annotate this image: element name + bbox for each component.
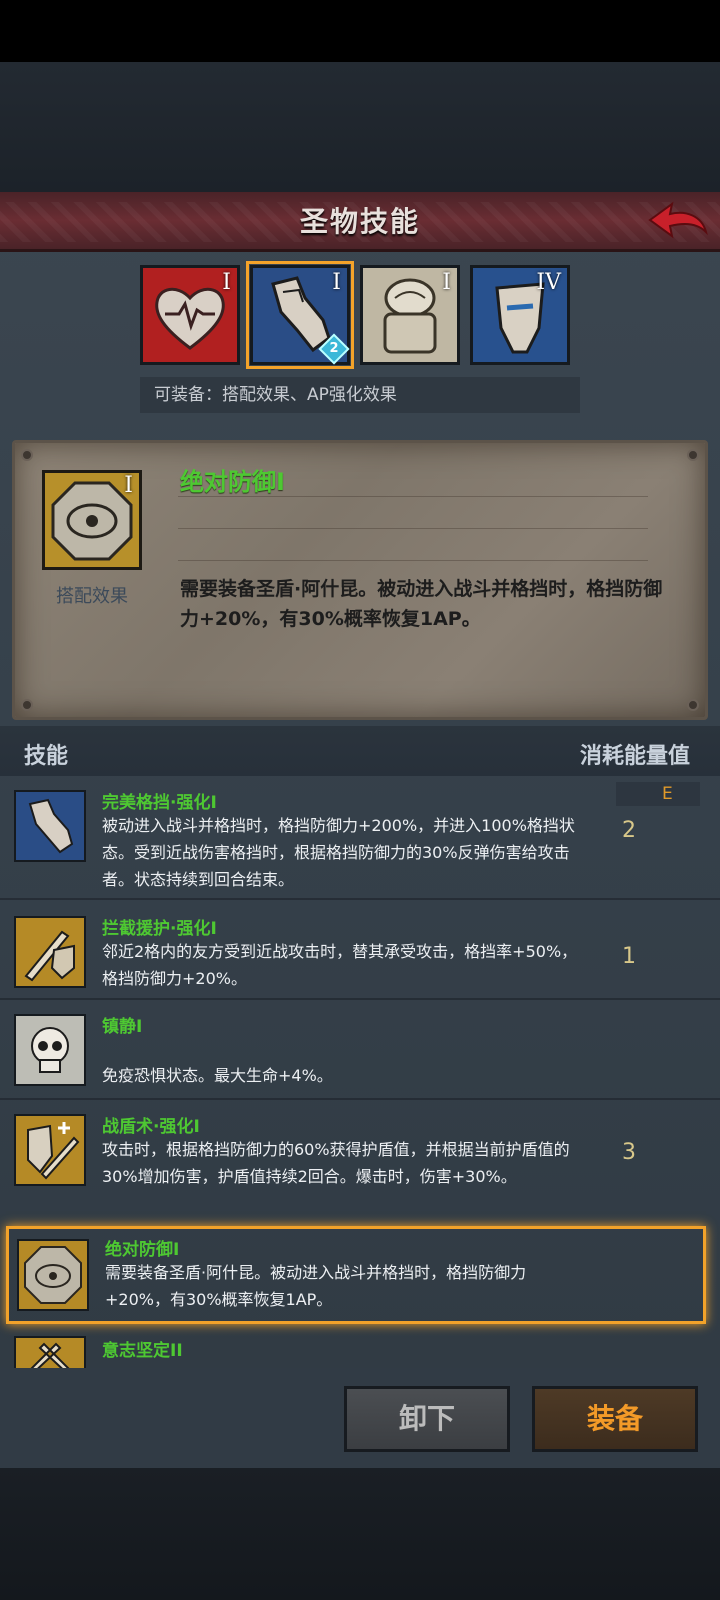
- status-bar-area: [0, 0, 720, 62]
- skill-row[interactable]: 战盾术·强化I 攻击时，根据格挡防御力的60%获得护盾值，并根据当前护盾值的30…: [0, 1104, 720, 1214]
- skill-description: 免疫恐惧状态。最大生命+4%。: [102, 1066, 333, 1085]
- skill-description: 邻近2格内的友方受到近战攻击时，替其承受攻击，格挡率+50%，格挡防御力+20%…: [102, 942, 578, 988]
- relic-rank: IV: [536, 270, 561, 295]
- skill-cost: 3: [622, 1140, 636, 1165]
- octagon-shield-icon: [17, 1239, 89, 1311]
- equip-button[interactable]: 装备: [532, 1386, 698, 1452]
- cost-column-label: 消耗能量值: [579, 744, 690, 769]
- relic-tab-4[interactable]: IV: [470, 265, 570, 365]
- back-arrow-icon: [648, 201, 708, 239]
- skill-name: 意志坚定II: [102, 1341, 183, 1361]
- equip-hint: 可装备：搭配效果、AP强化效果: [140, 377, 580, 413]
- relic-tab-1[interactable]: I: [140, 265, 240, 365]
- skill-cost: 2: [622, 818, 636, 843]
- detail-type-label: 搭配效果: [56, 586, 128, 607]
- bottom-backdrop: [0, 1468, 720, 1600]
- crossed-swords-icon: [14, 1336, 86, 1368]
- skill-description: 攻击时，根据格挡防御力的60%获得护盾值，并根据当前护盾值的30%增加伤害，护盾…: [102, 1140, 570, 1186]
- skill-column-label: 技能: [24, 744, 69, 769]
- skull-icon: [14, 1014, 86, 1086]
- relic-rank: I: [222, 270, 231, 295]
- skill-description: 需要装备圣盾·阿什昆。被动进入战斗并格挡时，格挡防御力+20%，有30%概率恢复…: [105, 1263, 527, 1309]
- skill-row[interactable]: 镇静I 免疫恐惧状态。最大生命+4%。: [0, 1004, 720, 1090]
- skill-row[interactable]: 完美格挡·强化I 被动进入战斗并格挡时，格挡防御力+200%，并进入100%格挡…: [0, 780, 720, 890]
- skill-row[interactable]: 拦截援护·强化I 邻近2格内的友方受到近战攻击时，替其承受攻击，格挡率+50%，…: [0, 906, 720, 992]
- skill-name: 拦截援护·强化I: [102, 919, 217, 939]
- skill-description: 被动进入战斗并格挡时，格挡防御力+200%，并进入100%格挡状态。受到近战伤害…: [102, 816, 575, 889]
- relic-tab-3[interactable]: I: [360, 265, 460, 365]
- skill-name: 完美格挡·强化I: [102, 793, 217, 813]
- detail-skill-icon: I: [42, 470, 142, 570]
- back-button[interactable]: [646, 196, 710, 246]
- shield-plus-icon: [14, 1114, 86, 1186]
- skill-row[interactable]: 意志坚定II: [0, 1330, 720, 1368]
- sword-shield-icon: [14, 916, 86, 988]
- relic-tab-2[interactable]: I 2: [246, 261, 354, 369]
- skill-name: 战盾术·强化I: [102, 1117, 200, 1137]
- skill-name: 镇静I: [102, 1017, 143, 1037]
- relic-rank: I: [442, 270, 451, 295]
- skill-name: 绝对防御I: [105, 1240, 180, 1260]
- page-title: 圣物技能: [299, 205, 420, 238]
- skill-cost: 1: [622, 944, 636, 969]
- skill-row-selected[interactable]: 绝对防御I 需要装备圣盾·阿什昆。被动进入战斗并格挡时，格挡防御力+20%，有3…: [6, 1226, 706, 1324]
- detail-title: 绝对防御I: [180, 468, 285, 496]
- gauntlet-icon: [14, 790, 86, 862]
- backdrop: [0, 62, 720, 192]
- unequip-button[interactable]: 卸下: [344, 1386, 510, 1452]
- relic-rank: I: [332, 270, 341, 295]
- detail-rank: I: [124, 473, 133, 498]
- detail-description: 需要装备圣盾·阿什昆。被动进入战斗并格挡时，格挡防御力+20%，有30%概率恢复…: [180, 578, 663, 630]
